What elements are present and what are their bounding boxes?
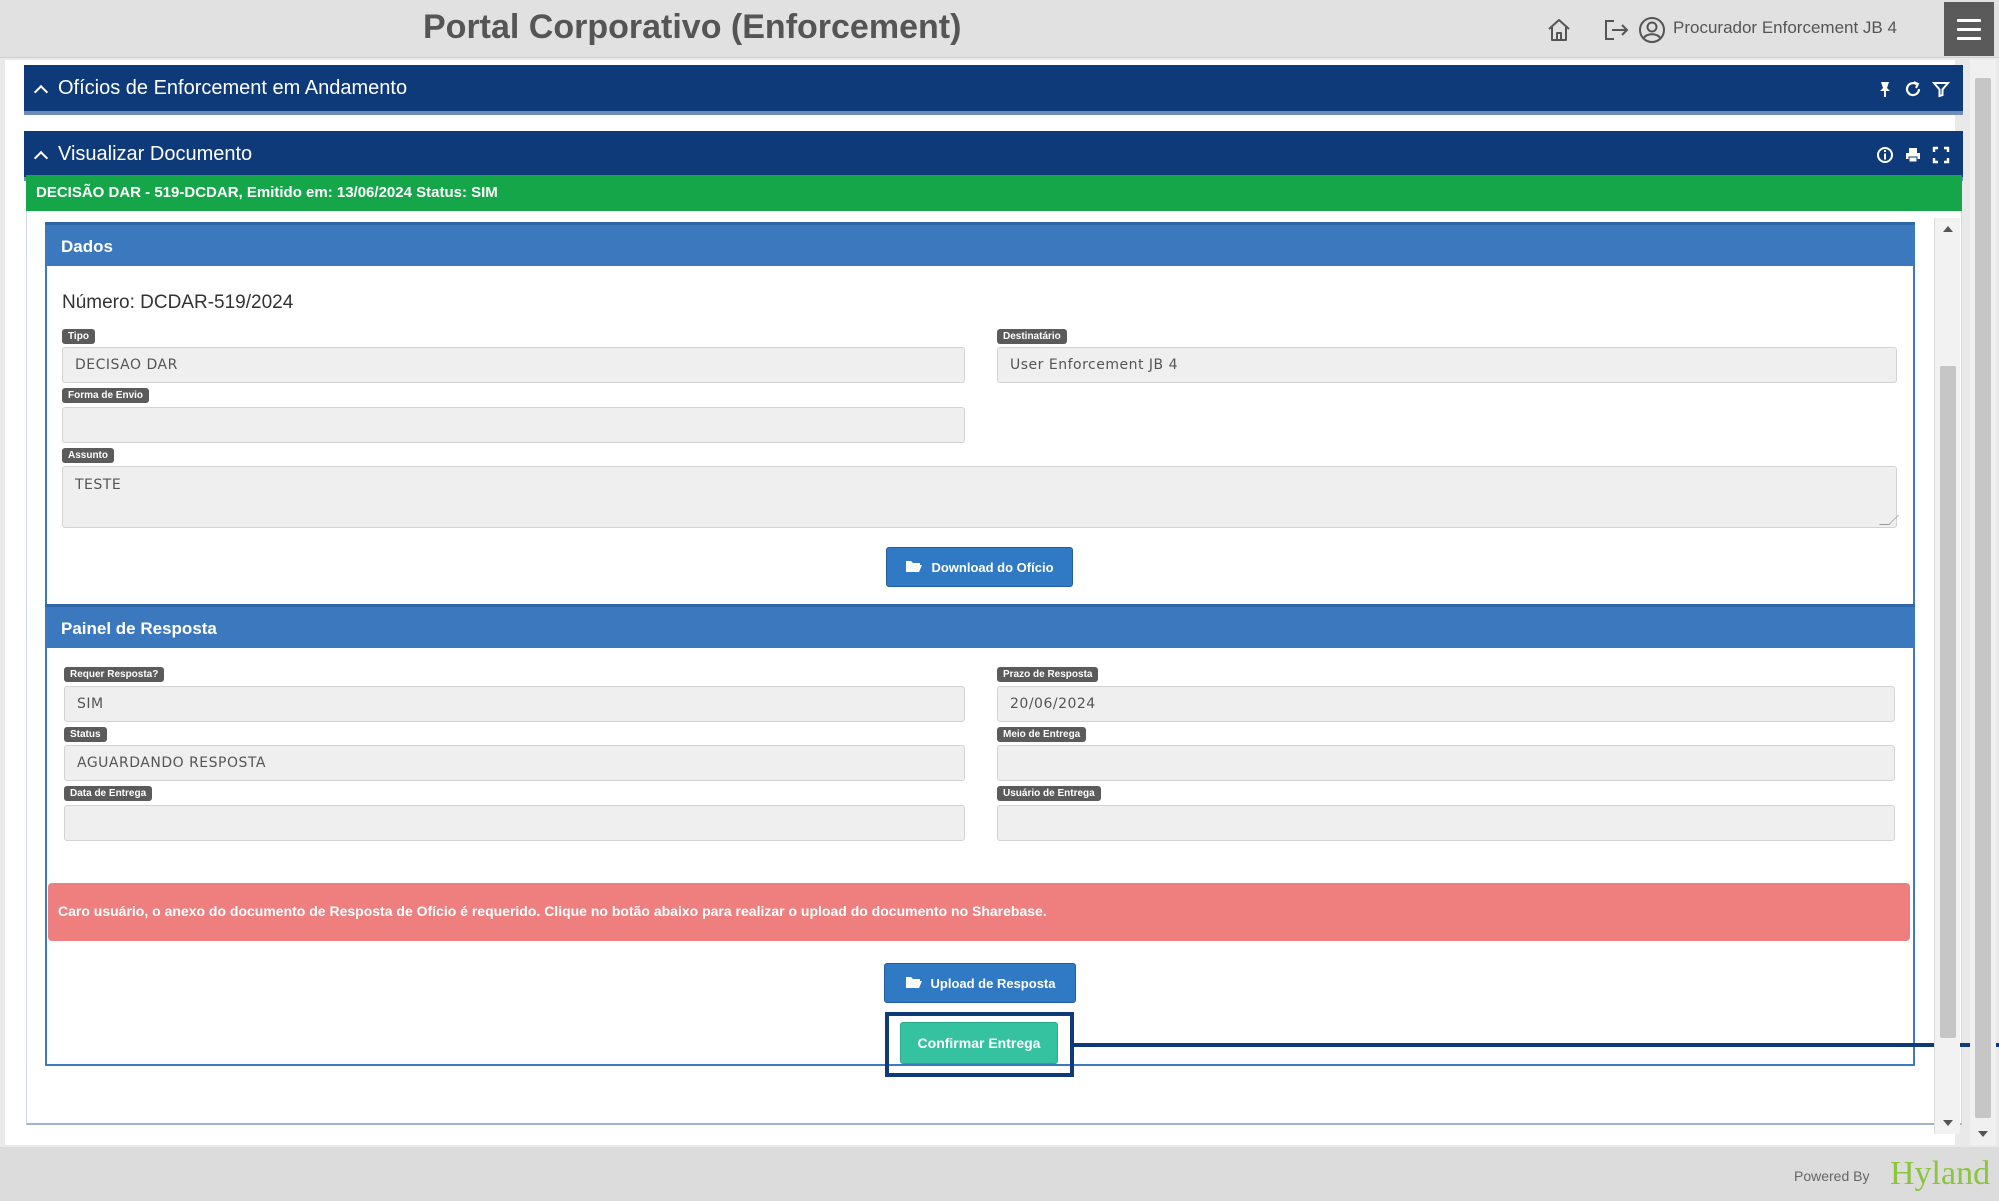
menu-line — [1957, 18, 1981, 22]
logout-icon[interactable] — [1600, 14, 1632, 46]
visualizar-panel-tools — [1875, 144, 1951, 166]
visualizar-panel-header[interactable]: Visualizar Documento — [24, 131, 1963, 181]
assunto-label: Assunto — [62, 448, 114, 463]
usuario-entrega-field[interactable] — [997, 805, 1895, 841]
status-field[interactable]: AGUARDANDO RESPOSTA — [64, 745, 965, 781]
meio-entrega-field[interactable] — [997, 745, 1895, 781]
visualizar-panel-title-text: Visualizar Documento — [58, 143, 253, 165]
document-number: Número: DCDAR-519/2024 — [62, 292, 294, 313]
powered-by-text: Powered By — [1794, 1168, 1870, 1184]
refresh-icon[interactable] — [1903, 78, 1923, 100]
forma-envio-field[interactable] — [62, 407, 965, 443]
tipo-label: Tipo — [62, 329, 95, 344]
app-title: Portal Corporativo (Enforcement) — [423, 8, 962, 46]
resize-grip-icon[interactable] — [1879, 515, 1899, 525]
print-icon[interactable] — [1903, 144, 1923, 166]
upload-resposta-button[interactable]: Upload de Resposta — [884, 963, 1076, 1003]
destinatario-label: Destinatário — [997, 329, 1067, 344]
hamburger-menu-button[interactable] — [1944, 2, 1994, 56]
meio-entrega-label: Meio de Entrega — [997, 727, 1087, 742]
assunto-value: TESTE — [75, 477, 122, 493]
upload-required-alert: Caro usuário, o anexo do documento de Re… — [48, 883, 1910, 941]
download-oficio-label: Download do Ofício — [931, 559, 1054, 575]
collapse-chevron-icon[interactable] — [33, 84, 49, 99]
oficios-panel-title: Ofícios de Enforcement em Andamento — [33, 77, 408, 100]
forma-envio-label: Forma de Envio — [62, 388, 150, 403]
destinatario-field[interactable]: User Enforcement JB 4 — [997, 347, 1897, 383]
folder-open-icon — [905, 975, 923, 992]
inner-scrollbar-thumb[interactable] — [1940, 366, 1956, 1038]
callout-pointer-line — [1074, 1043, 1999, 1047]
status-label: Status — [64, 727, 107, 742]
menu-line — [1957, 27, 1981, 31]
usuario-entrega-label: Usuário de Entrega — [997, 786, 1101, 801]
inner-scrollbar[interactable] — [1934, 218, 1960, 1134]
requer-resposta-label: Requer Resposta? — [64, 667, 165, 682]
filter-icon[interactable] — [1931, 78, 1951, 100]
page-scrollbar[interactable] — [1970, 60, 1996, 1145]
oficios-panel-title-text: Ofícios de Enforcement em Andamento — [58, 77, 408, 99]
scroll-up-arrow-icon[interactable] — [1943, 226, 1953, 232]
scroll-down-arrow-icon[interactable] — [1943, 1120, 1953, 1126]
assunto-textarea[interactable]: TESTE — [62, 466, 1899, 528]
tipo-field[interactable]: DECISAO DAR — [62, 347, 965, 383]
pin-icon[interactable] — [1875, 78, 1895, 100]
dados-section-header: Dados — [45, 222, 1915, 266]
page-scroll-down-arrow-icon[interactable] — [1978, 1131, 1988, 1137]
requer-resposta-field[interactable]: SIM — [64, 686, 965, 722]
collapse-chevron-icon[interactable] — [33, 150, 49, 165]
user-name[interactable]: Procurador Enforcement JB 4 — [1673, 18, 1897, 38]
resposta-section-header: Painel de Resposta — [45, 604, 1915, 648]
confirmar-entrega-button[interactable]: Confirmar Entrega — [900, 1022, 1058, 1064]
top-bar: Portal Corporativo (Enforcement) Procura… — [0, 0, 1999, 58]
page-scrollbar-thumb[interactable] — [1975, 78, 1991, 1118]
user-avatar-icon[interactable] — [1636, 14, 1668, 46]
download-oficio-button[interactable]: Download do Ofício — [886, 547, 1073, 587]
oficios-panel-tools — [1875, 78, 1951, 100]
upload-resposta-label: Upload de Resposta — [930, 975, 1056, 991]
data-entrega-label: Data de Entrega — [64, 786, 153, 801]
data-entrega-field[interactable] — [64, 805, 965, 841]
folder-open-icon — [905, 559, 923, 576]
document-status-strip: DECISÃO DAR - 519-DCDAR, Emitido em: 13/… — [26, 175, 1962, 211]
prazo-resposta-label: Prazo de Resposta — [997, 667, 1099, 682]
menu-line — [1957, 36, 1981, 40]
footer: Powered By Hyland — [0, 1147, 1999, 1201]
fullscreen-icon[interactable] — [1931, 144, 1951, 166]
info-icon[interactable] — [1875, 144, 1895, 166]
oficios-panel-header[interactable]: Ofícios de Enforcement em Andamento — [24, 65, 1963, 115]
visualizar-panel-title: Visualizar Documento — [33, 143, 253, 166]
hyland-logo: Hyland — [1890, 1155, 1991, 1192]
home-icon[interactable] — [1543, 14, 1575, 46]
prazo-resposta-field[interactable]: 20/06/2024 — [997, 686, 1895, 722]
